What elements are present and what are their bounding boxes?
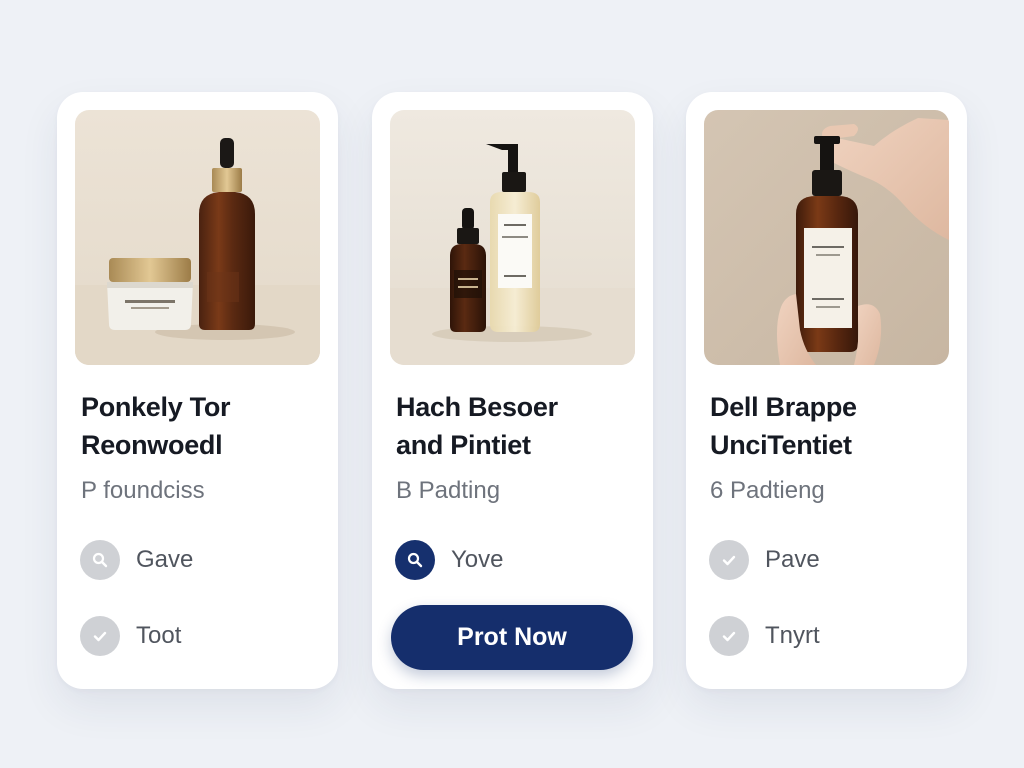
pump-bottle-and-serum-photo <box>390 110 635 365</box>
product-title-line-1: Ponkely Tor <box>81 392 231 422</box>
option-label: Toot <box>136 622 182 649</box>
option-label: Pave <box>765 546 820 573</box>
product-image[interactable] <box>704 110 949 365</box>
product-image[interactable] <box>390 110 635 365</box>
product-title: Hach Besoer and Pintiet <box>396 388 636 464</box>
product-card-1[interactable]: Ponkely Tor Reonwoedl P foundciss Gave T… <box>57 92 338 689</box>
product-title-line-2: Reonwoedl <box>81 430 223 460</box>
check-icon <box>709 616 749 656</box>
check-icon <box>709 540 749 580</box>
option-pave[interactable]: Pave <box>709 540 820 580</box>
product-title: Ponkely Tor Reonwoedl <box>81 388 321 464</box>
product-card-3[interactable]: Dell Brappe UnciTentiet 6 Padtieng Pave … <box>686 92 967 689</box>
option-gave[interactable]: Gave <box>80 540 193 580</box>
hands-holding-pump-bottle-photo <box>704 110 949 365</box>
option-label: Gave <box>136 546 194 573</box>
product-image[interactable] <box>75 110 320 365</box>
product-card-2[interactable]: Hach Besoer and Pintiet B Padting Yove P… <box>372 92 653 689</box>
option-yove[interactable]: Yove <box>395 540 504 580</box>
product-subtitle: 6 Padtieng <box>710 477 825 504</box>
serum-and-cream-jar-photo <box>75 110 320 365</box>
product-title-line-1: Hach Besoer <box>396 392 558 422</box>
option-label: Yove <box>451 546 504 573</box>
search-icon <box>80 540 120 580</box>
product-title: Dell Brappe UnciTentiet <box>710 388 950 464</box>
product-title-line-1: Dell Brappe <box>710 392 857 422</box>
search-icon <box>395 540 435 580</box>
check-icon <box>80 616 120 656</box>
product-title-line-2: UnciTentiet <box>710 430 852 460</box>
option-tnyrt[interactable]: Tnyrt <box>709 616 820 656</box>
product-subtitle: P foundciss <box>81 477 205 504</box>
option-label: Tnyrt <box>765 622 820 649</box>
option-toot[interactable]: Toot <box>80 616 181 656</box>
product-title-line-2: and Pintiet <box>396 430 531 460</box>
product-subtitle: B Padting <box>396 477 501 504</box>
prot-now-button[interactable]: Prot Now <box>391 605 633 670</box>
